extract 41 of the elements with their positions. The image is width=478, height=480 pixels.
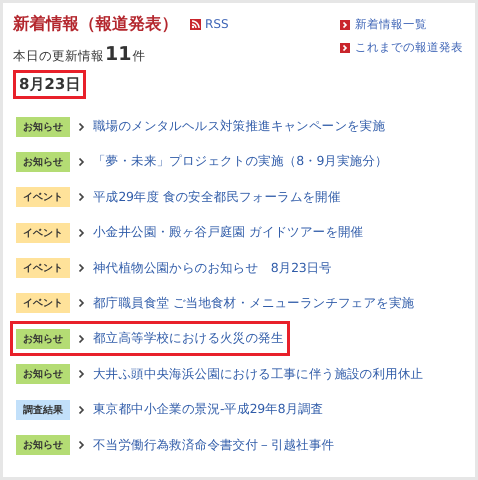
category-tag: お知らせ xyxy=(16,435,70,456)
news-link[interactable]: 東京都中小企業の景況-平成29年8月調査 xyxy=(93,401,324,418)
category-tag: イベント xyxy=(16,222,70,243)
chevron-icon xyxy=(78,158,84,166)
summary-label: 本日の更新情報 xyxy=(13,48,104,65)
chevron-icon xyxy=(78,228,84,237)
chevron-icon xyxy=(78,122,84,131)
rss-icon xyxy=(190,18,201,30)
chevron-icon xyxy=(78,264,84,272)
news-link[interactable]: 「夢・未来」プロジェクトの実施（8・9月実施分） xyxy=(93,153,388,170)
news-link[interactable]: 小金井公園・殿ヶ谷戸庭園 ガイドツアーを開催 xyxy=(93,224,364,242)
chevron-icon xyxy=(340,42,350,52)
category-tag: お知らせ xyxy=(16,116,70,136)
nav-link[interactable]: これまでの報道発表 xyxy=(340,40,463,55)
section-title: 新着情報（報道発表） xyxy=(13,13,178,35)
news-link[interactable]: 大井ふ頭中央海浜公園における工事に伴う施設の利用休止 xyxy=(93,366,424,383)
category-tag: イベント xyxy=(16,293,70,314)
chevron-icon xyxy=(78,299,84,308)
category-tag: お知らせ xyxy=(16,328,70,349)
category-tag: イベント xyxy=(16,187,70,208)
news-link[interactable]: 都庁職員食堂 ご当地食材・メニューランチフェアを実施 xyxy=(93,294,414,312)
category-tag: イベント xyxy=(16,258,70,278)
news-link[interactable]: 都立高等学校における火災の発生 xyxy=(93,330,284,348)
news-link[interactable]: 不当労働行為救済命令書交付－引越社事件 xyxy=(93,436,334,454)
rss-link[interactable]: RSS xyxy=(190,17,229,31)
chevron-icon xyxy=(78,334,84,343)
category-tag: お知らせ xyxy=(16,152,70,172)
count-unit: 件 xyxy=(132,48,146,65)
chevron-icon xyxy=(78,440,84,450)
news-link[interactable]: 職場のメンタルヘルス対策推進キャンペーンを実施 xyxy=(93,118,386,135)
nav-link[interactable]: 新着情報一覧 xyxy=(340,17,463,32)
chevron-icon xyxy=(78,193,84,202)
date-heading: 8月23日 xyxy=(13,70,86,99)
category-tag: お知らせ xyxy=(16,364,70,384)
category-tag: 調査結果 xyxy=(16,400,70,420)
update-count: 11 xyxy=(105,43,132,65)
news-link[interactable]: 平成29年度 食の安全都民フォーラムを開催 xyxy=(93,188,341,206)
chevron-icon xyxy=(78,406,84,414)
chevron-icon xyxy=(78,370,84,378)
news-link[interactable]: 神代植物公園からのお知らせ 8月23日号 xyxy=(93,260,332,277)
chevron-icon xyxy=(340,20,350,30)
